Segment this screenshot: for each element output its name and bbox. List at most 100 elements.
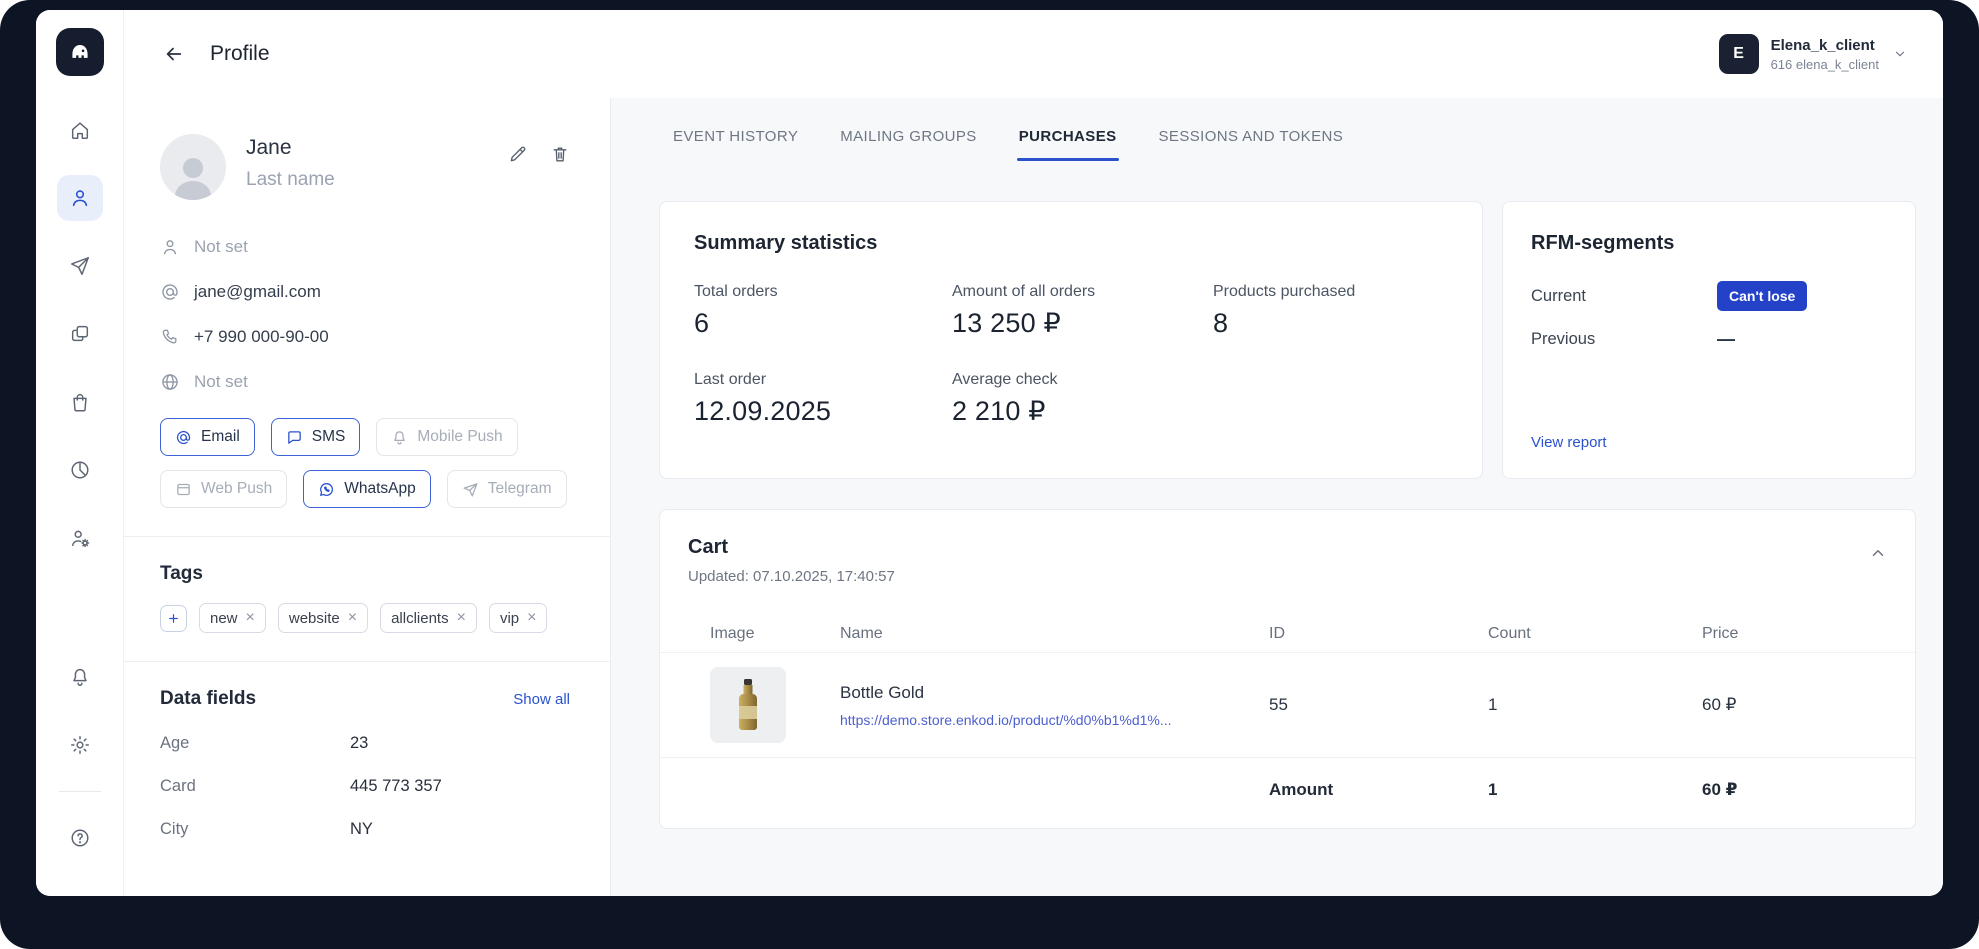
phone-icon: [160, 327, 180, 347]
channel-buttons: Email SMS Mobile Push: [160, 418, 570, 508]
remove-tag-icon[interactable]: [457, 610, 466, 626]
tab-mailing-groups[interactable]: MAILING GROUPS: [838, 118, 978, 161]
tab-sessions-tokens[interactable]: SESSIONS AND TOKENS: [1157, 118, 1346, 161]
rfm-segments-card: RFM-segments Current Can't lose Previous…: [1502, 201, 1916, 479]
product-count: 1: [1488, 695, 1702, 715]
sidebar-item-analytics[interactable]: [57, 447, 103, 493]
channel-label: Mobile Push: [417, 428, 502, 446]
pie-chart-icon: [69, 459, 91, 481]
last-name-placeholder: Last name: [246, 169, 335, 191]
rfm-current-label: Current: [1531, 287, 1717, 306]
channel-row-1: Email SMS Mobile Push: [160, 418, 570, 456]
chat-bubble-icon: [286, 429, 303, 446]
top-bar: Profile E Elena_k_client 616 elena_k_cli…: [124, 10, 1943, 98]
cart-table-header: Image Name ID Count Price: [660, 615, 1915, 653]
data-field-label: City: [160, 820, 350, 839]
mascot-logo-icon: [66, 38, 94, 66]
sidebar-item-settings[interactable]: [57, 722, 103, 768]
bottle-image: [726, 677, 770, 733]
shopping-bag-icon: [69, 391, 91, 413]
stat-value: 8: [1213, 308, 1448, 339]
icon-sidebar: [36, 10, 124, 896]
bell-icon: [391, 429, 408, 446]
stats-cards-row: Summary statistics Total orders 6 Amount…: [659, 201, 1916, 479]
channel-web-push-button[interactable]: Web Push: [160, 470, 287, 508]
view-report-link[interactable]: View report: [1531, 434, 1607, 451]
stat-total-orders: Total orders 6: [694, 283, 952, 339]
globe-icon: [160, 372, 180, 392]
tags-row: new website allclients: [160, 603, 570, 633]
rfm-segment-badge: Can't lose: [1717, 281, 1807, 311]
product-url-link[interactable]: https://demo.store.enkod.io/product/%d0%…: [840, 712, 1235, 728]
column-id: ID: [1269, 625, 1488, 643]
tag-chip: website: [278, 603, 368, 633]
cart-total-row: Amount 1 60 ₽: [660, 758, 1915, 822]
rfm-previous-value: —: [1717, 329, 1735, 350]
product-thumbnail: [710, 667, 786, 743]
stat-label: Average check: [952, 371, 1213, 389]
tab-event-history[interactable]: EVENT HISTORY: [671, 118, 800, 161]
summary-title: Summary statistics: [694, 232, 1448, 255]
channel-telegram-button[interactable]: Telegram: [447, 470, 567, 508]
person-icon: [69, 187, 91, 209]
collapse-cart-button[interactable]: [1869, 536, 1887, 562]
data-field-value: 445 773 357: [350, 777, 442, 796]
chevron-down-icon: [1893, 47, 1907, 61]
rfm-link-row: View report: [1531, 434, 1887, 452]
product-id: 55: [1269, 695, 1488, 715]
sidebar-item-profile[interactable]: [57, 175, 103, 221]
remove-tag-icon[interactable]: [246, 610, 255, 626]
channel-sms-button[interactable]: SMS: [271, 418, 361, 456]
profile-avatar: [160, 134, 226, 200]
edit-profile-button[interactable]: [508, 144, 528, 200]
column-price: Price: [1702, 625, 1887, 643]
data-fields-title: Data fields: [160, 688, 256, 710]
channel-label: Telegram: [488, 480, 552, 498]
stat-value: 13 250 ₽: [952, 308, 1213, 339]
contact-list: Not set jane@gmail.com +7 990 000-90-00: [160, 224, 570, 404]
sidebar-item-shop[interactable]: [57, 379, 103, 425]
data-fields-header: Data fields Show all: [160, 688, 570, 710]
contact-row-website: Not set: [160, 359, 570, 404]
delete-profile-button[interactable]: [550, 144, 570, 200]
tag-label: new: [210, 610, 238, 627]
stat-last-order: Last order 12.09.2025: [694, 371, 952, 427]
sidebar-item-campaigns[interactable]: [57, 243, 103, 289]
channel-label: SMS: [312, 428, 346, 446]
tag-label: allclients: [391, 610, 449, 627]
contact-row-phone: +7 990 000-90-00: [160, 314, 570, 359]
product-price: 60 ₽: [1702, 695, 1887, 715]
bell-icon: [69, 666, 91, 688]
layers-icon: [69, 323, 91, 345]
channel-label: Email: [201, 428, 240, 446]
sidebar-item-copies[interactable]: [57, 311, 103, 357]
content-row: Jane Last name: [124, 98, 1943, 896]
stat-amount-all-orders: Amount of all orders 13 250 ₽: [952, 283, 1213, 339]
channel-email-button[interactable]: Email: [160, 418, 255, 456]
pencil-icon: [508, 144, 528, 164]
rfm-previous-row: Previous —: [1531, 329, 1887, 350]
rfm-current-row: Current Can't lose: [1531, 281, 1887, 311]
channel-mobile-push-button[interactable]: Mobile Push: [376, 418, 517, 456]
sidebar-item-audience[interactable]: [57, 515, 103, 561]
contact-email-value: jane@gmail.com: [194, 282, 321, 302]
add-tag-button[interactable]: [160, 605, 187, 632]
channel-whatsapp-button[interactable]: WhatsApp: [303, 470, 431, 508]
show-all-link[interactable]: Show all: [513, 691, 570, 708]
account-avatar: E: [1719, 34, 1759, 74]
person-header: Jane Last name: [160, 134, 570, 200]
tab-purchases[interactable]: PURCHASES: [1017, 118, 1119, 161]
contact-row-name: Not set: [160, 224, 570, 269]
gear-icon: [69, 734, 91, 756]
app-logo[interactable]: [56, 28, 104, 76]
profile-panel: Jane Last name: [124, 98, 611, 896]
back-button[interactable]: [154, 34, 194, 74]
sidebar-item-home[interactable]: [57, 107, 103, 153]
remove-tag-icon[interactable]: [527, 610, 536, 626]
account-menu[interactable]: E Elena_k_client 616 elena_k_client: [1719, 34, 1907, 74]
sidebar-item-help[interactable]: [57, 815, 103, 861]
sidebar-item-notifications[interactable]: [57, 654, 103, 700]
remove-tag-icon[interactable]: [348, 610, 357, 626]
rfm-title: RFM-segments: [1531, 232, 1887, 255]
trash-icon: [550, 144, 570, 164]
